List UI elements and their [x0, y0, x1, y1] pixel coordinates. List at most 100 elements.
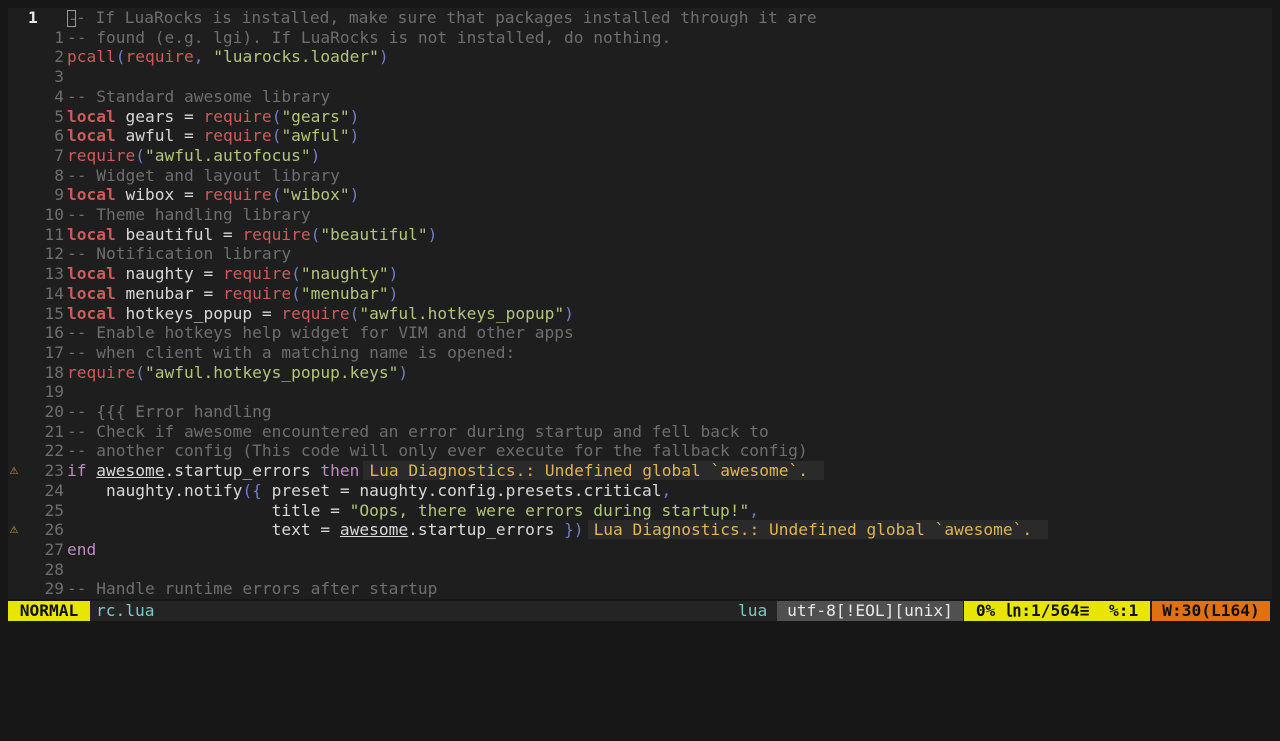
code-token: ,	[749, 500, 759, 520]
code-text[interactable]: naughty.notify({ preset = naughty.config…	[67, 481, 671, 501]
code-line[interactable]: 7 require("awful.autofocus")	[8, 146, 1272, 166]
code-token: -- found (e.g. lgi). If LuaRocks is not …	[67, 27, 672, 47]
code-text[interactable]: -- {{{ Error handling	[67, 402, 272, 422]
code-text[interactable]: pcall(require, "luarocks.loader")	[67, 47, 389, 67]
code-token: beautiful =	[115, 224, 243, 244]
code-token: -- Notification library	[67, 244, 292, 264]
line-number: 22	[44, 441, 65, 461]
code-text[interactable]: require("awful.autofocus")	[67, 146, 320, 166]
code-line[interactable]: 9 local wibox = require("wibox")	[8, 185, 1272, 205]
code-line[interactable]: 12 -- Notification library	[8, 244, 1272, 264]
code-line[interactable]: 21 -- Check if awesome encountered an err…	[8, 422, 1272, 442]
code-token: require	[222, 283, 292, 303]
code-text[interactable]: -- Notification library	[67, 244, 291, 264]
code-line[interactable]: 14 local menubar = require("menubar")	[8, 284, 1272, 304]
code-line[interactable]: 2 pcall(require, "luarocks.loader")	[8, 47, 1272, 67]
code-text[interactable]: require("awful.hotkeys_popup.keys")	[67, 363, 408, 383]
code-token: local	[67, 224, 116, 244]
line-number: 5	[54, 106, 64, 126]
code-line[interactable]: 3	[8, 67, 1272, 87]
code-token: naughty.notify	[67, 480, 243, 500]
code-token: (	[271, 126, 282, 146]
code-text[interactable]: local awful = require("awful")	[67, 126, 359, 146]
line-number: 13	[44, 264, 65, 284]
code-token: require	[125, 47, 194, 67]
code-text[interactable]: -- another config (This code will only e…	[67, 441, 808, 461]
code-line[interactable]: 8 -- Widget and layout library	[8, 166, 1272, 186]
code-line[interactable]: 22 -- another config (This code will only…	[8, 441, 1272, 461]
code-text[interactable]: if awesome.startup_errors then Lua Diagno…	[67, 461, 824, 481]
code-token: )	[398, 362, 409, 382]
code-text[interactable]: -- Standard awesome library	[67, 87, 330, 107]
code-text[interactable]: local menubar = require("menubar")	[67, 284, 398, 304]
line-number: 24	[44, 480, 65, 500]
code-line[interactable]: 24 naughty.notify({ preset = naughty.con…	[8, 481, 1272, 501]
code-token: gears =	[115, 106, 204, 126]
code-token: )	[388, 283, 399, 303]
code-token: })	[564, 520, 584, 540]
editor-buffer[interactable]: 1 -- If LuaRocks is installed, make sure …	[8, 8, 1272, 599]
line-number: 21	[44, 421, 65, 441]
code-line[interactable]: 4 -- Standard awesome library	[8, 87, 1272, 107]
code-text[interactable]: -- Theme handling library	[67, 205, 311, 225]
code-line[interactable]: 17 -- when client with a matching name is…	[8, 343, 1272, 363]
code-text[interactable]: -- Widget and layout library	[67, 166, 340, 186]
code-token: require	[203, 106, 272, 126]
diagnostic-message: Lua Diagnostics.: Undefined global `awes…	[587, 520, 1049, 540]
code-line[interactable]: 1 -- found (e.g. lgi). If LuaRocks is not…	[8, 28, 1272, 48]
code-token: (	[291, 283, 301, 303]
code-line[interactable]: 28	[8, 560, 1272, 580]
code-token: require	[242, 224, 311, 244]
code-line[interactable]: 1 -- If LuaRocks is installed, make sure …	[8, 8, 1272, 28]
code-text[interactable]: local beautiful = require("beautiful")	[67, 225, 437, 245]
code-token: "awful.autofocus"	[144, 145, 311, 165]
code-token: local	[67, 126, 116, 146]
code-line[interactable]: 18 require("awful.hotkeys_popup.keys")	[8, 363, 1272, 383]
code-text[interactable]: local gears = require("gears")	[67, 107, 359, 127]
code-line[interactable]: ⚠ 26 text = awesome.startup_errors }) Lua …	[8, 520, 1272, 540]
code-line[interactable]: 16 -- Enable hotkeys help widget for VIM …	[8, 323, 1272, 343]
line-number: 10	[44, 205, 65, 224]
code-text[interactable]: text = awesome.startup_errors }) Lua Diag…	[67, 520, 1049, 540]
code-token: awful =	[115, 126, 204, 146]
code-text[interactable]: -- Enable hotkeys help widget for VIM an…	[67, 323, 574, 343]
code-text[interactable]: -- If LuaRocks is installed, make sure t…	[67, 8, 817, 28]
code-token: local	[67, 283, 116, 303]
code-text[interactable]: title = "Oops, there were errors during …	[67, 501, 759, 521]
code-token: )	[388, 264, 399, 284]
code-line[interactable]: 27 end	[8, 540, 1272, 560]
code-line[interactable]: 13 local naughty = require("naughty")	[8, 264, 1272, 284]
line-number: 20	[44, 402, 65, 421]
code-line[interactable]: 6 local awful = require("awful")	[8, 126, 1272, 146]
code-token: ,	[193, 47, 204, 67]
code-token: -- Standard awesome library	[67, 86, 331, 106]
code-line[interactable]: 5 local gears = require("gears")	[8, 107, 1272, 127]
code-line[interactable]: 29 -- Handle runtime errors after startup	[8, 579, 1272, 599]
code-line[interactable]: 19	[8, 382, 1272, 402]
code-text[interactable]: -- when client with a matching name is o…	[67, 343, 515, 363]
code-line[interactable]: 20 -- {{{ Error handling	[8, 402, 1272, 422]
code-token: ,	[661, 480, 672, 500]
line-number: 16	[44, 323, 65, 343]
code-token: -- when client with a matching name is o…	[67, 342, 516, 362]
code-token: -- Theme handling library	[67, 205, 311, 224]
code-token: local	[67, 106, 116, 126]
code-token: )	[310, 145, 321, 165]
code-line[interactable]: 11 local beautiful = require("beautiful")	[8, 225, 1272, 245]
code-token: - If LuaRocks is installed, make sure th…	[76, 8, 817, 27]
code-text[interactable]: end	[67, 540, 96, 560]
code-line[interactable]: ⚠ 23 if awesome.startup_errors then Lua Dia…	[8, 461, 1272, 481]
code-text[interactable]: local wibox = require("wibox")	[67, 185, 359, 205]
line-number: 23	[44, 461, 65, 481]
code-text[interactable]: local naughty = require("naughty")	[67, 264, 398, 284]
code-line[interactable]: 10 -- Theme handling library	[8, 205, 1272, 225]
code-token: hotkeys_popup =	[115, 303, 282, 323]
code-text[interactable]: -- found (e.g. lgi). If LuaRocks is not …	[67, 28, 671, 48]
code-token: "menubar"	[300, 283, 389, 303]
file-encoding: utf-8[!EOL][unix]	[777, 601, 963, 621]
code-line[interactable]: 15 local hotkeys_popup = require("awful.h…	[8, 304, 1272, 324]
code-text[interactable]: -- Check if awesome encountered an error…	[67, 422, 769, 442]
code-text[interactable]: local hotkeys_popup = require("awful.hot…	[67, 304, 574, 324]
code-line[interactable]: 25 title = "Oops, there were errors duri…	[8, 501, 1272, 521]
code-text[interactable]: -- Handle runtime errors after startup	[67, 579, 437, 599]
